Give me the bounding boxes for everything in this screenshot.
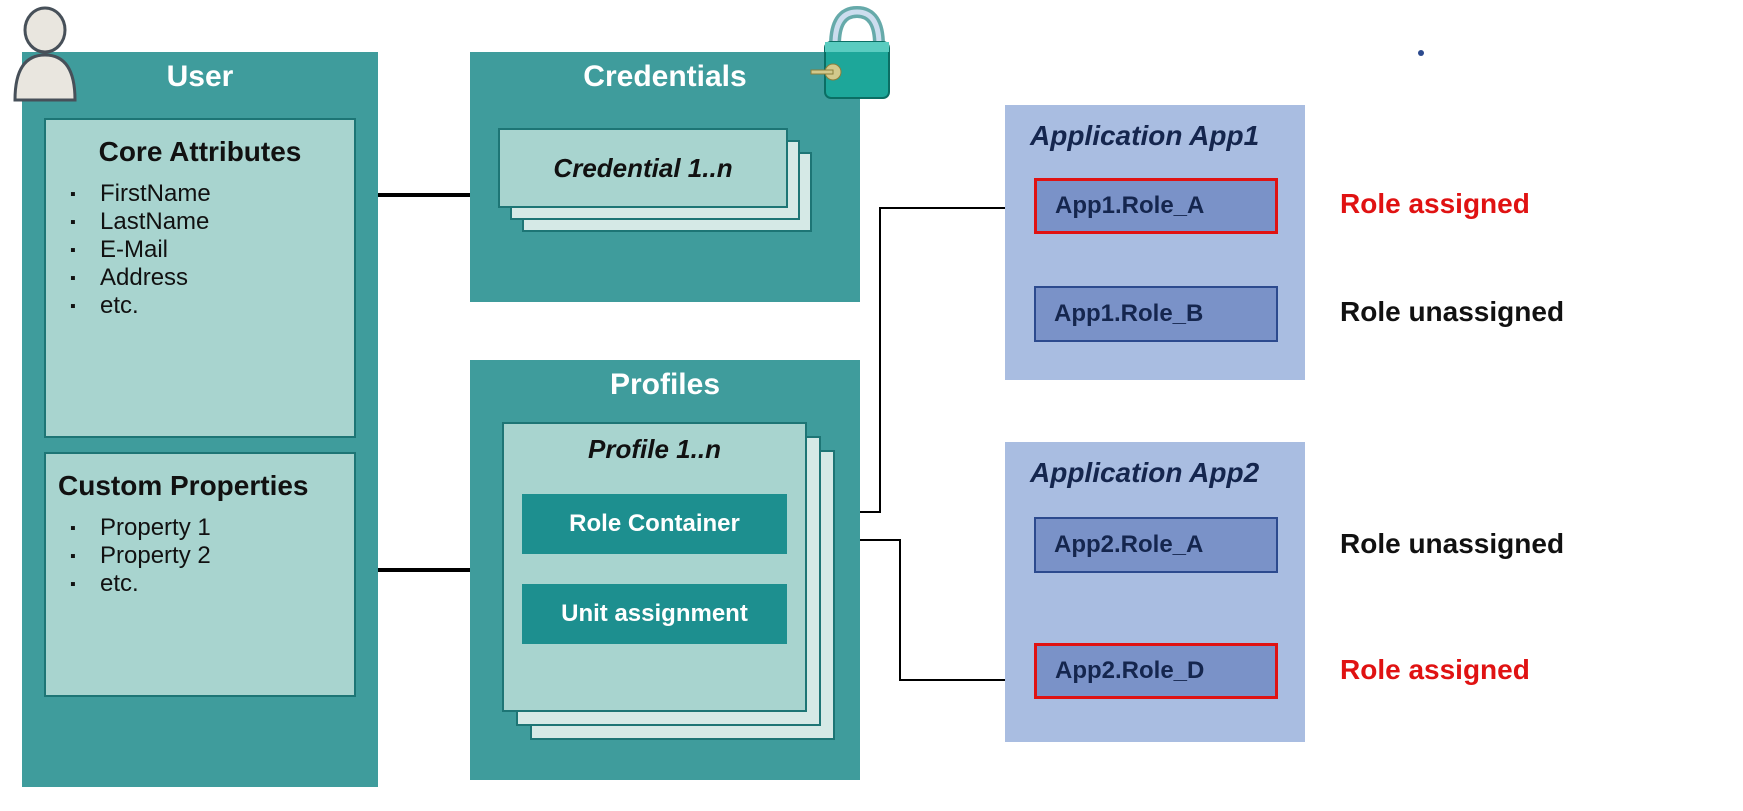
app2-role-d: App2.Role_D <box>1034 643 1278 699</box>
list-item: etc. <box>70 292 342 320</box>
profiles-title: Profiles <box>470 368 860 402</box>
list-item: Property 2 <box>70 542 342 570</box>
custom-properties-title: Custom Properties <box>58 470 342 502</box>
credentials-title: Credentials <box>470 60 860 94</box>
core-attributes-list: FirstName LastName E-Mail Address etc. <box>70 180 342 320</box>
app2-panel: Application App2 App2.Role_A App2.Role_D <box>1005 442 1305 742</box>
profile-card-label: Profile 1..n <box>518 434 791 465</box>
list-item: LastName <box>70 208 342 236</box>
list-item: Address <box>70 264 342 292</box>
app1-role-b: App1.Role_B <box>1034 286 1278 342</box>
unit-assignment-box: Unit assignment <box>522 584 787 644</box>
role-container-label: Role Container <box>569 510 740 538</box>
app1-title: Application App1 <box>1006 120 1304 152</box>
unit-assignment-label: Unit assignment <box>561 600 748 628</box>
app1-panel: Application App1 App1.Role_A App1.Role_B <box>1005 105 1305 380</box>
role-label: App1.Role_A <box>1055 192 1204 220</box>
role-label: App2.Role_D <box>1055 657 1204 685</box>
list-item: FirstName <box>70 180 342 208</box>
list-item: E-Mail <box>70 236 342 264</box>
role-label: App1.Role_B <box>1054 300 1203 328</box>
credentials-panel: Credentials Credential 1..n <box>470 52 860 302</box>
app2-role-a-status: Role unassigned <box>1340 528 1564 560</box>
app1-role-a-status: Role assigned <box>1340 188 1530 220</box>
role-label: App2.Role_A <box>1054 531 1203 559</box>
profile-card: Profile 1..n Role Container Unit assignm… <box>502 422 807 712</box>
list-item: etc. <box>70 570 342 598</box>
user-panel: User Core Attributes FirstName LastName … <box>22 52 378 787</box>
user-icon <box>0 0 90 110</box>
role-container-box: Role Container <box>522 494 787 554</box>
lock-icon <box>805 0 905 120</box>
app2-role-d-status: Role assigned <box>1340 654 1530 686</box>
custom-properties-list: Property 1 Property 2 etc. <box>70 514 342 598</box>
profiles-panel: Profiles Profile 1..n Role Container Uni… <box>470 360 860 780</box>
credential-card: Credential 1..n <box>498 128 788 208</box>
credential-card-label: Credential 1..n <box>553 153 732 184</box>
app1-role-b-status: Role unassigned <box>1340 296 1564 328</box>
app1-role-a: App1.Role_A <box>1034 178 1278 234</box>
decorative-dot <box>1418 50 1424 56</box>
app2-role-a: App2.Role_A <box>1034 517 1278 573</box>
core-attributes-box: Core Attributes FirstName LastName E-Mai… <box>44 118 356 438</box>
list-item: Property 1 <box>70 514 342 542</box>
core-attributes-title: Core Attributes <box>58 136 342 168</box>
app2-title: Application App2 <box>1006 457 1304 489</box>
custom-properties-box: Custom Properties Property 1 Property 2 … <box>44 452 356 697</box>
